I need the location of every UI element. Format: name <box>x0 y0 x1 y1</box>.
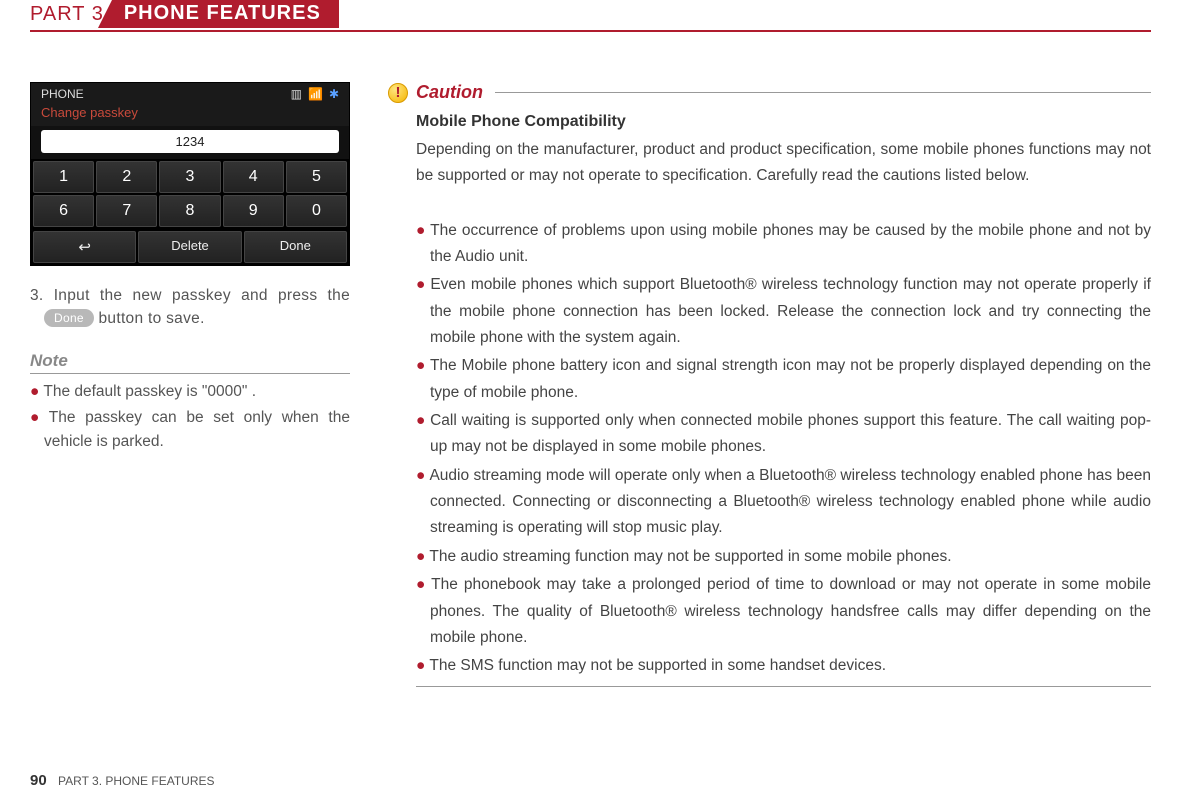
delete-button[interactable]: Delete <box>138 231 241 263</box>
screenshot-titlebar: PHONE ▥ 📶 ✱ <box>31 83 349 105</box>
key-1[interactable]: 1 <box>33 161 94 193</box>
page-number: 90 <box>30 772 47 789</box>
bullet-dot: ● <box>30 383 43 400</box>
right-column: ! Caution Mobile Phone Compatibility Dep… <box>388 82 1151 687</box>
caution-intro: Depending on the manufacturer, product a… <box>416 137 1151 190</box>
caution-end-rule <box>416 686 1151 687</box>
note-text: The passkey can be set only when the veh… <box>44 409 350 450</box>
status-icons: ▥ 📶 ✱ <box>291 87 339 101</box>
caution-bullet-8: ●The SMS function may not be supported i… <box>416 653 1151 679</box>
caution-header: ! Caution <box>388 82 1151 103</box>
caution-rule <box>495 92 1151 93</box>
screenshot-bottom-bar: ↩ Delete Done <box>31 229 349 265</box>
passkey-input[interactable]: 1234 <box>41 130 339 153</box>
key-2[interactable]: 2 <box>96 161 157 193</box>
caution-bullet-7: ●The phonebook may take a prolonged peri… <box>416 572 1151 651</box>
step-text-before: Input the new passkey and press the <box>54 287 350 304</box>
caution-bullet-3: ●The Mobile phone battery icon and signa… <box>416 353 1151 406</box>
page-footer: 90 PART 3. PHONE FEATURES <box>30 772 215 789</box>
key-4[interactable]: 4 <box>223 161 284 193</box>
caution-text: The audio streaming function may not be … <box>429 548 951 565</box>
caution-label: Caution <box>416 82 483 103</box>
caution-body: Mobile Phone Compatibility Depending on … <box>388 113 1151 687</box>
bullet-dot: ● <box>416 467 429 484</box>
note-item-2: ●The passkey can be set only when the ve… <box>30 406 350 454</box>
inline-done-button: Done <box>44 309 94 327</box>
footer-text: PART 3. PHONE FEATURES <box>58 774 214 788</box>
bullet-dot: ● <box>416 548 429 565</box>
caution-icon: ! <box>388 83 408 103</box>
caution-bullet-5: ●Audio streaming mode will operate only … <box>416 463 1151 542</box>
key-9[interactable]: 9 <box>223 195 284 227</box>
note-item-1: ●The default passkey is "0000" . <box>30 380 350 404</box>
caution-text: The phonebook may take a prolonged perio… <box>430 576 1151 646</box>
page-title: PHONE FEATURES <box>124 2 321 25</box>
page-header: PART 3 PHONE FEATURES <box>30 0 1151 32</box>
caution-text: The Mobile phone battery icon and signal… <box>430 357 1151 400</box>
back-button[interactable]: ↩ <box>33 231 136 263</box>
bullet-dot: ● <box>416 657 429 674</box>
caution-bullet-1: ●The occurrence of problems upon using m… <box>416 218 1151 271</box>
screenshot-title: PHONE <box>41 87 84 101</box>
caution-title: Mobile Phone Compatibility <box>416 113 1151 131</box>
left-column: PHONE ▥ 📶 ✱ Change passkey 1234 1 2 3 4 … <box>30 82 350 687</box>
note-heading: Note <box>30 351 350 374</box>
battery-icon: ▥ <box>291 87 302 101</box>
key-5[interactable]: 5 <box>286 161 347 193</box>
key-8[interactable]: 8 <box>159 195 220 227</box>
caution-text: Audio streaming mode will operate only w… <box>429 467 1151 537</box>
caution-text: Even mobile phones which support Bluetoo… <box>430 276 1151 346</box>
bullet-dot: ● <box>416 357 430 374</box>
note-text: The default passkey is "0000" . <box>43 383 256 400</box>
bullet-dot: ● <box>416 412 430 429</box>
content-area: PHONE ▥ 📶 ✱ Change passkey 1234 1 2 3 4 … <box>0 32 1181 687</box>
phone-screenshot: PHONE ▥ 📶 ✱ Change passkey 1234 1 2 3 4 … <box>30 82 350 266</box>
caution-bullet-2: ●Even mobile phones which support Blueto… <box>416 272 1151 351</box>
signal-icon: 📶 <box>308 87 323 101</box>
caution-bullet-6: ●The audio streaming function may not be… <box>416 544 1151 570</box>
key-3[interactable]: 3 <box>159 161 220 193</box>
step-3: 3. Input the new passkey and press the D… <box>30 284 350 331</box>
caution-bullet-4: ●Call waiting is supported only when con… <box>416 408 1151 461</box>
step-text-after: button to save. <box>94 310 205 327</box>
caution-text: The SMS function may not be supported in… <box>429 657 886 674</box>
keypad: 1 2 3 4 5 6 7 8 9 0 <box>31 159 349 229</box>
header-title-bar: PHONE FEATURES <box>112 0 339 28</box>
caution-text: Call waiting is supported only when conn… <box>430 412 1151 455</box>
screenshot-subtitle: Change passkey <box>31 105 349 126</box>
caution-text: The occurrence of problems upon using mo… <box>430 222 1151 265</box>
step-number: 3. <box>30 287 44 304</box>
done-button[interactable]: Done <box>244 231 347 263</box>
key-6[interactable]: 6 <box>33 195 94 227</box>
key-0[interactable]: 0 <box>286 195 347 227</box>
bullet-dot: ● <box>416 222 430 239</box>
bullet-dot: ● <box>416 576 431 593</box>
bullet-dot: ● <box>416 276 430 293</box>
key-7[interactable]: 7 <box>96 195 157 227</box>
bullet-dot: ● <box>30 409 49 426</box>
bluetooth-icon: ✱ <box>329 87 339 101</box>
